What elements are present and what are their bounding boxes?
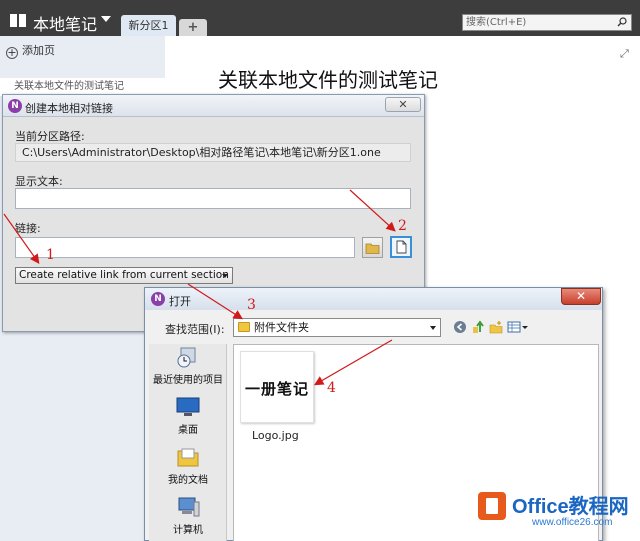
- annotation-2: 2: [398, 218, 407, 234]
- watermark-logo-icon: [478, 492, 506, 520]
- annotation-1: 1: [46, 247, 55, 263]
- arrow-4: [313, 339, 393, 386]
- arrow-2: [349, 189, 396, 232]
- arrow-1: [3, 213, 40, 264]
- annotation-4: 4: [327, 380, 336, 396]
- annotation-arrows: [3, 189, 396, 386]
- watermark-brand: Office教程网: [512, 496, 629, 518]
- annotation-3: 3: [247, 297, 256, 313]
- watermark-url: www.office26.com: [532, 517, 613, 528]
- arrow-3: [187, 283, 244, 320]
